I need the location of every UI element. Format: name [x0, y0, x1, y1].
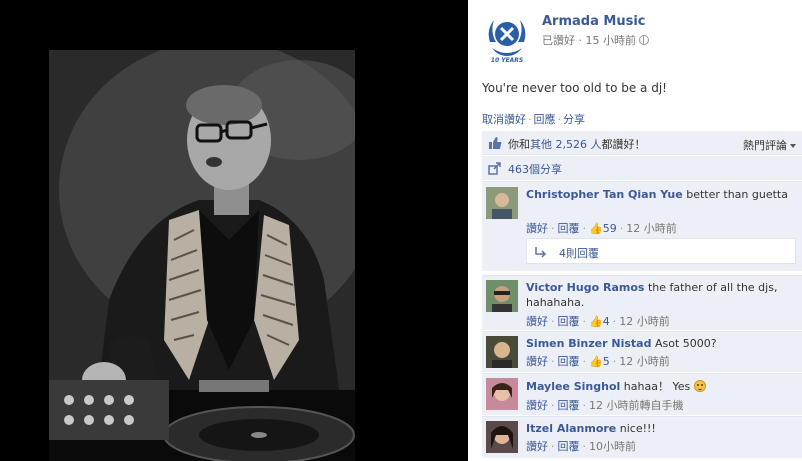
page-name-link[interactable]: Armada Music — [542, 14, 646, 29]
likes-others-link[interactable]: 其他 2,526 人 — [530, 138, 601, 151]
comment-like-link[interactable]: 讚好 — [526, 315, 548, 328]
comment-reply-link[interactable]: 回覆 — [558, 222, 580, 235]
photo-viewer — [0, 0, 468, 461]
comment-likes-count[interactable]: 👍59 — [589, 222, 617, 235]
comment-body: Christopher Tan Qian Yue better than gue… — [526, 187, 796, 202]
photo-illustration — [49, 50, 355, 461]
avatar[interactable] — [486, 280, 518, 312]
comment-time[interactable]: 12 小時前 — [626, 222, 677, 235]
comment-item: Victor Hugo Ramos the father of all the … — [482, 275, 802, 330]
caret-down-icon — [790, 144, 796, 148]
post-photo[interactable] — [49, 50, 355, 461]
comment-text: Asot 5000? — [654, 337, 717, 350]
comment-meta: 讚好 · 回覆 · 👍5 · 12 小時前 — [526, 355, 670, 368]
likes-bar: 你和其他 2,526 人都讚好！ 熱門評論 — [482, 131, 802, 155]
comment-like-link[interactable]: 讚好 — [526, 222, 548, 235]
comment-time[interactable]: 12 小時前轉自手機 — [589, 399, 684, 412]
post-time[interactable]: 15 小時前 — [586, 34, 637, 47]
comment-text: hahaa！ Yes — [623, 380, 691, 393]
comment-time[interactable]: 12 小時前 — [619, 355, 670, 368]
comment-author[interactable]: Maylee Singhol — [526, 380, 620, 393]
replies-box[interactable]: 4則回覆 — [526, 238, 796, 264]
comment-reply-link[interactable]: 回覆 — [558, 355, 580, 368]
post-panel: 10 YEARS Armada Music 已讚好 · 15 小時前 You'r… — [468, 0, 802, 461]
small-thumbs-up-icon: 👍 — [589, 355, 603, 368]
comment-body: Itzel Alanmore nice!!! — [526, 421, 796, 436]
small-thumbs-up-icon: 👍 — [589, 222, 603, 235]
comment-link[interactable]: 回應 — [534, 113, 556, 126]
sort-dropdown[interactable]: 熱門評論 — [743, 137, 796, 153]
comment-time[interactable]: 10小時前 — [589, 440, 636, 453]
shares-link[interactable]: 463個分享 — [508, 161, 562, 177]
comment-likes-count[interactable]: 👍4 — [589, 315, 610, 328]
avatar[interactable] — [486, 378, 518, 410]
replies-count[interactable]: 4則回覆 — [559, 245, 599, 261]
comment-meta: 讚好 · 回覆 · 👍59 · 12 小時前 — [526, 222, 677, 235]
comment-meta: 讚好 · 回覆 · 👍4 · 12 小時前 — [526, 315, 670, 328]
comment-time[interactable]: 12 小時前 — [619, 315, 670, 328]
comment-author[interactable]: Victor Hugo Ramos — [526, 281, 644, 294]
share-icon — [488, 162, 501, 175]
small-thumbs-up-icon: 👍 — [589, 315, 603, 328]
comment-text: better than guetta — [686, 188, 788, 201]
comment-meta: 讚好 · 回覆 · 12 小時前轉自手機 — [526, 399, 684, 412]
svg-text:10 YEARS: 10 YEARS — [491, 57, 523, 64]
globe-icon — [639, 35, 649, 45]
avatar[interactable] — [486, 187, 518, 219]
comment-like-link[interactable]: 讚好 — [526, 399, 548, 412]
unlike-link[interactable]: 取消讚好 — [482, 113, 526, 126]
comment-text: nice!!! — [619, 422, 656, 435]
comment-body: Simen Binzer Nistad Asot 5000? — [526, 336, 796, 351]
comment-item: Itzel Alanmore nice!!! 讚好 · 回覆 · 10小時前 — [482, 416, 802, 458]
avatar[interactable] — [486, 421, 518, 453]
comment-reply-link[interactable]: 回覆 — [558, 440, 580, 453]
smile-emoji-icon — [693, 380, 706, 392]
comment-author[interactable]: Simen Binzer Nistad — [526, 337, 651, 350]
shares-bar: 463個分享 — [482, 156, 802, 180]
comment-author[interactable]: Christopher Tan Qian Yue — [526, 188, 683, 201]
post-text: You're never too old to be a dj! — [482, 81, 667, 95]
share-link[interactable]: 分享 — [563, 113, 585, 126]
comment-meta: 讚好 · 回覆 · 10小時前 — [526, 440, 636, 453]
thumbs-up-icon — [489, 137, 502, 149]
comment-item: Christopher Tan Qian Yue better than gue… — [482, 181, 802, 271]
comment-item: Simen Binzer Nistad Asot 5000? 讚好 · 回覆 · 👍5 ·… — [482, 331, 802, 372]
comment-body: Maylee Singhol hahaa！ Yes — [526, 379, 796, 394]
armada-logo-icon[interactable]: 10 YEARS — [482, 12, 532, 64]
comment-like-link[interactable]: 讚好 — [526, 355, 548, 368]
comment-author[interactable]: Itzel Alanmore — [526, 422, 616, 435]
likes-summary: 你和其他 2,526 人都讚好！ — [508, 138, 646, 151]
comment-like-link[interactable]: 讚好 — [526, 440, 548, 453]
comment-item: Maylee Singhol hahaa！ Yes 讚好 · 回覆 · 12 小時前轉自… — [482, 373, 802, 415]
comment-reply-link[interactable]: 回覆 — [558, 315, 580, 328]
post-actions: 取消讚好 · 回應 · 分享 — [482, 113, 585, 126]
avatar[interactable] — [486, 336, 518, 368]
comment-likes-count[interactable]: 👍5 — [589, 355, 610, 368]
comment-reply-link[interactable]: 回覆 — [558, 399, 580, 412]
page-header: 10 YEARS Armada Music 已讚好 · 15 小時前 — [482, 12, 792, 68]
comment-body: Victor Hugo Ramos the father of all the … — [526, 280, 796, 310]
page-meta: 已讚好 · 15 小時前 — [542, 32, 649, 48]
liked-label[interactable]: 已讚好 — [542, 34, 575, 47]
reply-arrow-icon — [535, 247, 547, 258]
